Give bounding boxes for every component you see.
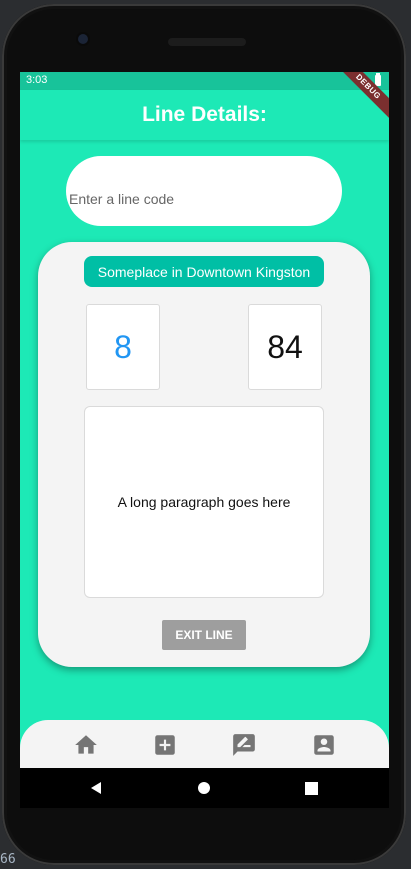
- count-number-box: 84: [248, 304, 322, 390]
- exit-line-button[interactable]: EXIT LINE: [162, 620, 246, 650]
- line-details-card: Someplace in Downtown Kingston 8 84 A lo…: [38, 242, 370, 667]
- nav-home[interactable]: [73, 732, 99, 758]
- rate-review-icon: [233, 734, 255, 756]
- bottom-navigation: [20, 720, 389, 768]
- add-box-icon: [155, 735, 175, 755]
- recents-button[interactable]: [303, 780, 319, 796]
- app-bar: Line Details:: [20, 90, 389, 140]
- nav-add[interactable]: [152, 732, 178, 758]
- back-icon: [91, 782, 101, 794]
- account-box-icon: [314, 735, 334, 755]
- page-title: Line Details:: [142, 103, 267, 126]
- ide-background-text: 66: [0, 852, 16, 867]
- description-text: A long paragraph goes here: [117, 494, 291, 510]
- line-code-input[interactable]: [66, 156, 342, 226]
- earpiece-speaker: [168, 38, 246, 46]
- description-box: A long paragraph goes here: [84, 406, 324, 598]
- system-navigation-bar: [20, 768, 389, 808]
- home-button[interactable]: [196, 780, 212, 796]
- status-time: 3:03: [26, 74, 48, 86]
- status-bar: 3:03: [20, 72, 389, 90]
- nav-review[interactable]: [231, 732, 257, 758]
- home-circle-icon: [198, 782, 210, 794]
- app-screen: 3:03 DEBUG Line Details: Someplace in Do…: [20, 72, 389, 768]
- nav-account[interactable]: [311, 732, 337, 758]
- home-icon: [75, 735, 97, 754]
- line-number-box: 8: [86, 304, 160, 390]
- front-camera: [78, 34, 88, 44]
- recents-icon: [304, 781, 318, 795]
- location-label: Someplace in Downtown Kingston: [84, 256, 324, 287]
- back-button[interactable]: [88, 780, 104, 796]
